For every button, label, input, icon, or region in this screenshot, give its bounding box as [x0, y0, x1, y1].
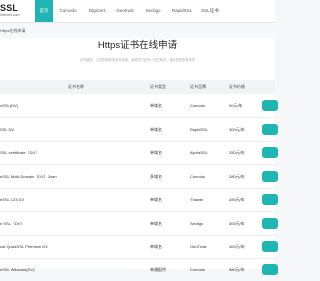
cert-name: e SSL（DV） — [0, 221, 25, 226]
buy-button[interactable] — [262, 194, 278, 205]
cert-price: 980元/年 — [229, 267, 245, 272]
cert-type: 单域名 — [150, 127, 162, 132]
column-header-type: 证书类型 — [150, 84, 166, 89]
nav-item-sectigo[interactable]: Sectigo — [140, 0, 166, 22]
cert-name: eSSL 123 DV — [0, 197, 25, 202]
cert-type: 单域名 — [150, 221, 162, 226]
cert-name: oSSL(DV) — [0, 103, 19, 108]
table-row: oSSL(DV) 单域名 Comodo 90元/年 — [0, 94, 278, 118]
table-row: eSSL 123 DV 单域名 Thawte 280元/年 — [0, 188, 278, 212]
breadcrumb: Https在线申请 — [0, 28, 26, 33]
buy-button[interactable] — [262, 264, 278, 275]
cert-type: 单域名 — [150, 103, 162, 108]
cert-price: 280元/年 — [229, 174, 245, 179]
nav-item-rapidssl[interactable]: RapidSSL — [168, 0, 196, 22]
cert-name: eSSL Multi-Domain（DV）2san — [0, 174, 57, 179]
table-row: SSL DV 单域名 RapidSSL 300元/年 — [0, 118, 278, 142]
buy-button[interactable] — [262, 241, 278, 252]
cert-price: 250元/年 — [229, 150, 245, 155]
nav-item-digicert[interactable]: DigiCert — [84, 0, 110, 22]
cert-brand: GeoTrust — [190, 244, 207, 249]
cert-brand: Comodo — [190, 174, 206, 179]
nav-item-home[interactable]: 首页 — [35, 0, 53, 22]
cert-name: ust QuickSSL Premium DV — [0, 244, 48, 249]
logo-text: SSL — [0, 3, 19, 13]
page-subtitle: 证书服务，让您的网站安全可信赖，各种热门证书一站式购买，满足您的所有需求 — [80, 58, 195, 62]
logo-subtext: Internet.com — [0, 13, 20, 17]
buy-button[interactable] — [262, 171, 278, 182]
table-row: ust QuickSSL Premium DV 单域名 GeoTrust 400… — [0, 235, 278, 259]
table-row: SSL certificate（DV） 单域名 AlphaSSL 250元/年 — [0, 141, 278, 165]
table-header: 证书名称 证书类型 证书品牌 证书价格 — [0, 80, 275, 94]
cert-name: SSL certificate（DV） — [0, 150, 40, 155]
buy-button[interactable] — [262, 100, 278, 111]
page-title: Https证书在线申请 — [97, 40, 178, 51]
top-navigation-bar: SSL Internet.com 首页 Comodo DigiCert Geot… — [0, 0, 275, 23]
cert-price: 300元/年 — [229, 221, 245, 226]
cert-name: eSSL Wildcard(DV) — [0, 267, 35, 272]
cert-brand: Thawte — [190, 197, 204, 202]
cert-type: 多域名 — [150, 174, 162, 179]
table-row: eSSL Multi-Domain（DV）2san 多域名 Comodo 280… — [0, 165, 278, 189]
cert-type: 单通配符 — [150, 267, 166, 272]
nav-item-ssl-cert[interactable]: SSL证书 — [198, 0, 222, 22]
buy-button[interactable] — [262, 218, 278, 229]
cert-brand: RapidSSL — [190, 127, 209, 132]
cert-brand: Sectigo — [190, 221, 204, 226]
buy-button[interactable] — [262, 147, 278, 158]
table-row: e SSL（DV） 单域名 Sectigo 300元/年 — [0, 212, 278, 236]
cert-type: 单域名 — [150, 197, 162, 202]
table-row: eSSL Wildcard(DV) 单通配符 Comodo 980元/年 — [0, 258, 278, 281]
cert-type: 单域名 — [150, 150, 162, 155]
buy-button[interactable] — [262, 124, 278, 135]
cert-price: 400元/年 — [229, 244, 245, 249]
column-header-name: 证书名称 — [68, 84, 84, 89]
cert-brand: Comodo — [190, 267, 206, 272]
cert-brand: AlphaSSL — [190, 150, 208, 155]
cert-price: 280元/年 — [229, 197, 245, 202]
column-header-brand: 证书品牌 — [190, 84, 206, 89]
cert-type: 单域名 — [150, 244, 162, 249]
cert-price: 300元/年 — [229, 127, 245, 132]
nav-item-geotrust[interactable]: Geotrust — [112, 0, 138, 22]
cert-name: SSL DV — [0, 127, 15, 132]
column-header-price: 证书价格 — [229, 84, 245, 89]
cert-brand: Comodo — [190, 103, 206, 108]
site-logo[interactable]: SSL Internet.com — [0, 3, 34, 19]
cert-price: 90元/年 — [229, 103, 243, 108]
nav-item-comodo[interactable]: Comodo — [55, 0, 81, 22]
